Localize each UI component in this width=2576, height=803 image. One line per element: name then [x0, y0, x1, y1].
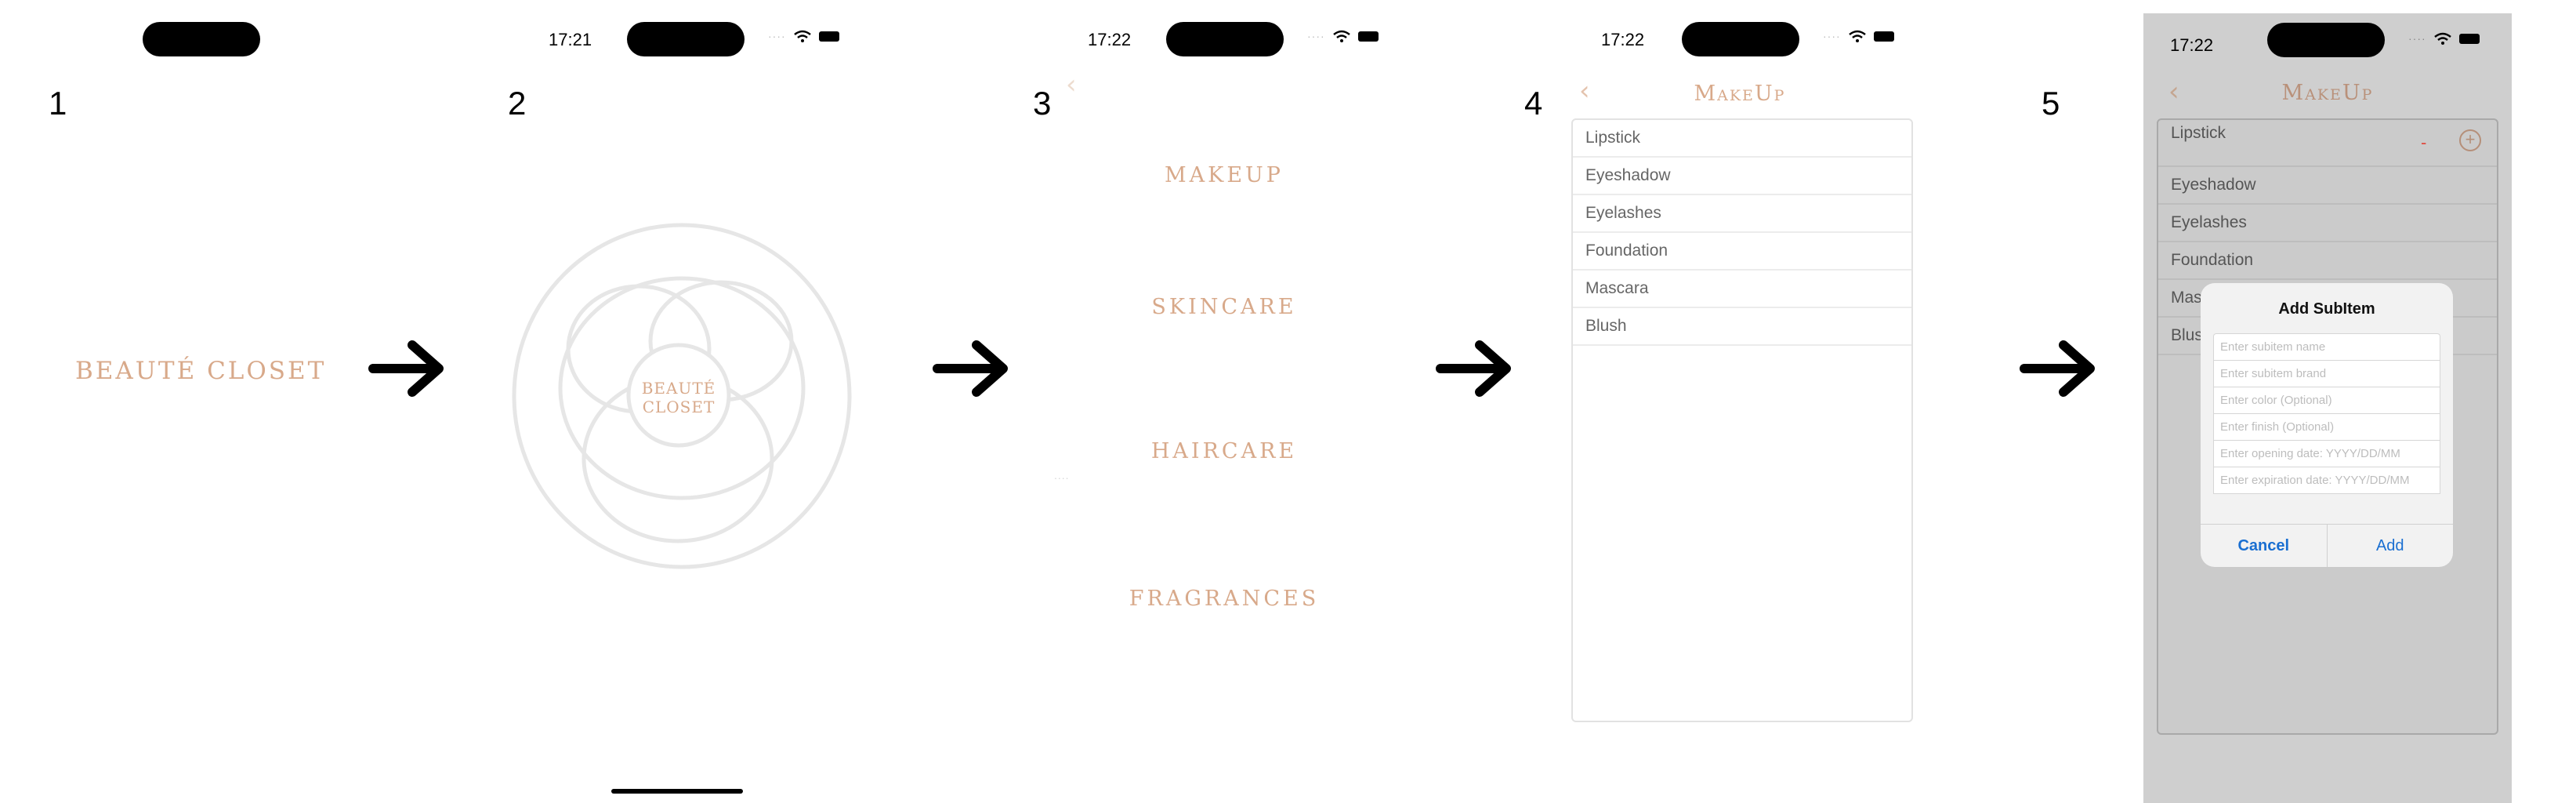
- wifi-icon: [1332, 30, 1350, 42]
- add-subitem-dialog: Add SubItem Enter subitem name Enter sub…: [2201, 283, 2453, 567]
- page-indicator: ....: [1054, 469, 1070, 481]
- color-field[interactable]: Enter color (Optional): [2213, 387, 2440, 413]
- arrow-right-icon: [933, 340, 1008, 397]
- signal-icon: ····: [1307, 30, 1325, 42]
- wifi-icon: [2433, 32, 2451, 45]
- list-item[interactable]: Foundation: [2158, 242, 2497, 280]
- subitem-name-field[interactable]: Enter subitem name: [2213, 333, 2440, 360]
- arrow-right-icon: [368, 340, 444, 397]
- dialog-fields: Enter subitem name Enter subitem brand E…: [2213, 333, 2440, 494]
- back-chevron-icon[interactable]: ‹: [2168, 76, 2179, 107]
- subitem-brand-field[interactable]: Enter subitem brand: [2213, 360, 2440, 387]
- battery-icon: [2458, 33, 2480, 44]
- battery-icon: [1873, 31, 1894, 42]
- dynamic-island: [143, 22, 260, 56]
- list-item-label: Lipstick: [2171, 124, 2226, 142]
- dynamic-island: [2267, 23, 2385, 57]
- dialog-title: Add SubItem: [2278, 300, 2375, 318]
- status-time: 17:22: [1601, 30, 1645, 49]
- arrow-right-icon: [2020, 340, 2095, 397]
- logo-text: BEAUTÉ CLOSET: [632, 379, 726, 416]
- wifi-icon: [793, 30, 811, 42]
- step-number-1: 1: [49, 85, 67, 122]
- finish-field[interactable]: Enter finish (Optional): [2213, 413, 2440, 440]
- remove-button[interactable]: -: [2421, 125, 2426, 161]
- list-item[interactable]: Eyelashes: [2158, 205, 2497, 242]
- status-icons: ····: [768, 30, 839, 42]
- back-chevron-icon[interactable]: ‹: [1066, 69, 1077, 100]
- items-list: Lipstick Eyeshadow Eyelashes Foundation …: [1571, 118, 1913, 722]
- add-button[interactable]: Add: [2328, 525, 2454, 567]
- status-icons: ····: [1307, 30, 1379, 42]
- brand-wordmark: BEAUTÉ CLOSET: [75, 357, 327, 385]
- list-item[interactable]: Eyeshadow: [1573, 158, 1911, 195]
- status-icons: ····: [1823, 30, 1894, 42]
- dialog-actions: Cancel Add: [2201, 524, 2453, 567]
- step-number-2: 2: [508, 85, 527, 122]
- status-time: 17:22: [2170, 35, 2214, 55]
- step-number-5: 5: [2042, 85, 2060, 122]
- status-time: 17:21: [549, 30, 592, 49]
- step-number-3: 3: [1033, 85, 1052, 122]
- status-icons: ····: [2408, 32, 2480, 45]
- list-item[interactable]: Lipstick: [1573, 120, 1911, 158]
- signal-icon: ····: [1823, 30, 1841, 42]
- list-item[interactable]: Eyelashes: [1573, 195, 1911, 233]
- wifi-icon: [1848, 30, 1866, 42]
- category-haircare[interactable]: HAIRCARE: [1091, 439, 1357, 463]
- status-time: 17:22: [1088, 30, 1132, 49]
- arrow-right-icon: [1436, 340, 1511, 397]
- opening-date-field[interactable]: Enter opening date: YYYY/DD/MM: [2213, 440, 2440, 467]
- battery-icon: [1357, 31, 1379, 42]
- nav-title: MakeUp: [1694, 82, 1786, 106]
- logo-text-line1: BEAUTÉ: [641, 379, 716, 398]
- cancel-button[interactable]: Cancel: [2201, 525, 2328, 567]
- list-item-expanded[interactable]: Lipstick - +: [2158, 120, 2497, 167]
- logo-text-line2: CLOSET: [642, 398, 716, 416]
- dynamic-island: [627, 22, 745, 56]
- list-item[interactable]: Blush: [1573, 308, 1911, 346]
- dynamic-island: [1166, 22, 1284, 56]
- battery-icon: [818, 31, 839, 42]
- screen-5-add-subitem: 17:22 ···· ‹ MakeUp Lipstick - + Eyeshad…: [2143, 13, 2512, 803]
- category-skincare[interactable]: SKINCARE: [1091, 295, 1357, 319]
- list-item[interactable]: Eyeshadow: [2158, 167, 2497, 205]
- signal-icon: ····: [2408, 32, 2426, 45]
- back-chevron-icon[interactable]: ‹: [1579, 75, 1590, 107]
- expiration-date-field[interactable]: Enter expiration date: YYYY/DD/MM: [2213, 467, 2440, 493]
- nav-title: MakeUp: [2281, 81, 2374, 105]
- category-makeup[interactable]: MAKEUP: [1091, 163, 1357, 187]
- home-indicator: [611, 789, 743, 794]
- step-number-4: 4: [1524, 85, 1543, 122]
- list-item[interactable]: Foundation: [1573, 233, 1911, 271]
- list-item[interactable]: Mascara: [1573, 271, 1911, 308]
- add-circle-icon[interactable]: +: [2459, 129, 2481, 151]
- category-fragrances[interactable]: FRAGRANCES: [1091, 587, 1357, 611]
- signal-icon: ····: [768, 30, 786, 42]
- dynamic-island: [1682, 22, 1799, 56]
